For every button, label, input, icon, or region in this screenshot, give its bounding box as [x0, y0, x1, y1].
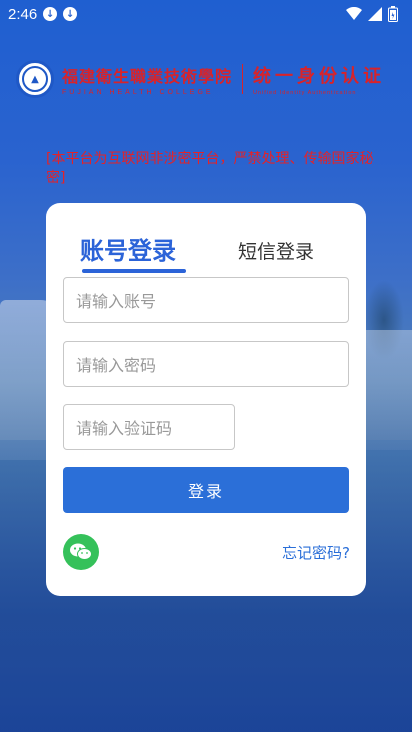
forgot-password-link[interactable]: 忘记密码? [282, 542, 350, 563]
status-bar: 2:46 ↓ ↓ [0, 0, 412, 28]
account-input-placeholder: 请输入账号 [76, 292, 157, 311]
security-notice: [本平台为互联网非涉密平台，严禁处理、传输国家秘密] [46, 151, 374, 186]
captcha-input-placeholder: 请输入验证码 [76, 419, 173, 438]
status-left: 2:46 ↓ ↓ [8, 5, 78, 23]
auth-title: 统一身份认证 [253, 66, 386, 87]
wifi-icon [346, 7, 362, 20]
auth-subtitle: Unified Identity Authentication [253, 90, 357, 96]
header-divider [242, 64, 244, 94]
school-name-cn: 福建衛生職業技術學院 [62, 66, 233, 86]
download-icon: ↓ [63, 7, 78, 21]
account-input[interactable]: 请输入账号 [63, 277, 349, 323]
captcha-input[interactable]: 请输入验证码 [63, 404, 235, 450]
signal-icon [368, 7, 382, 21]
wechat-login-icon[interactable] [63, 534, 99, 570]
password-input[interactable]: 请输入密码 [63, 341, 349, 387]
active-tab-indicator [82, 269, 186, 273]
school-name-en: FUJIAN HEALTH COLLEGE [62, 88, 214, 96]
tab-sms-login[interactable]: 短信登录 [238, 237, 314, 264]
login-card: 账号登录 短信登录 请输入账号 请输入密码 请输入验证码 登录 忘记密码? [46, 203, 366, 596]
password-input-placeholder: 请输入密码 [76, 356, 157, 375]
header-logo: ▲ 福建衛生職業技術學院 FUJIAN HEALTH COLLEGE 统一身份认… [16, 56, 400, 102]
battery-icon [388, 6, 398, 22]
school-name: 福建衛生職業技術學院 FUJIAN HEALTH COLLEGE [62, 63, 232, 96]
status-right [346, 6, 398, 22]
tab-account-login[interactable]: 账号登录 [80, 231, 176, 266]
login-tabs: 账号登录 短信登录 [46, 231, 366, 275]
school-emblem-icon: ▲ [16, 60, 54, 98]
auth-title-block: 统一身份认证 Unified Identity Authentication [253, 62, 385, 96]
download-icon: ↓ [43, 7, 58, 21]
login-button[interactable]: 登录 [63, 467, 349, 513]
status-time: 2:46 [8, 5, 38, 23]
wechat-logo-icon [70, 543, 92, 560]
